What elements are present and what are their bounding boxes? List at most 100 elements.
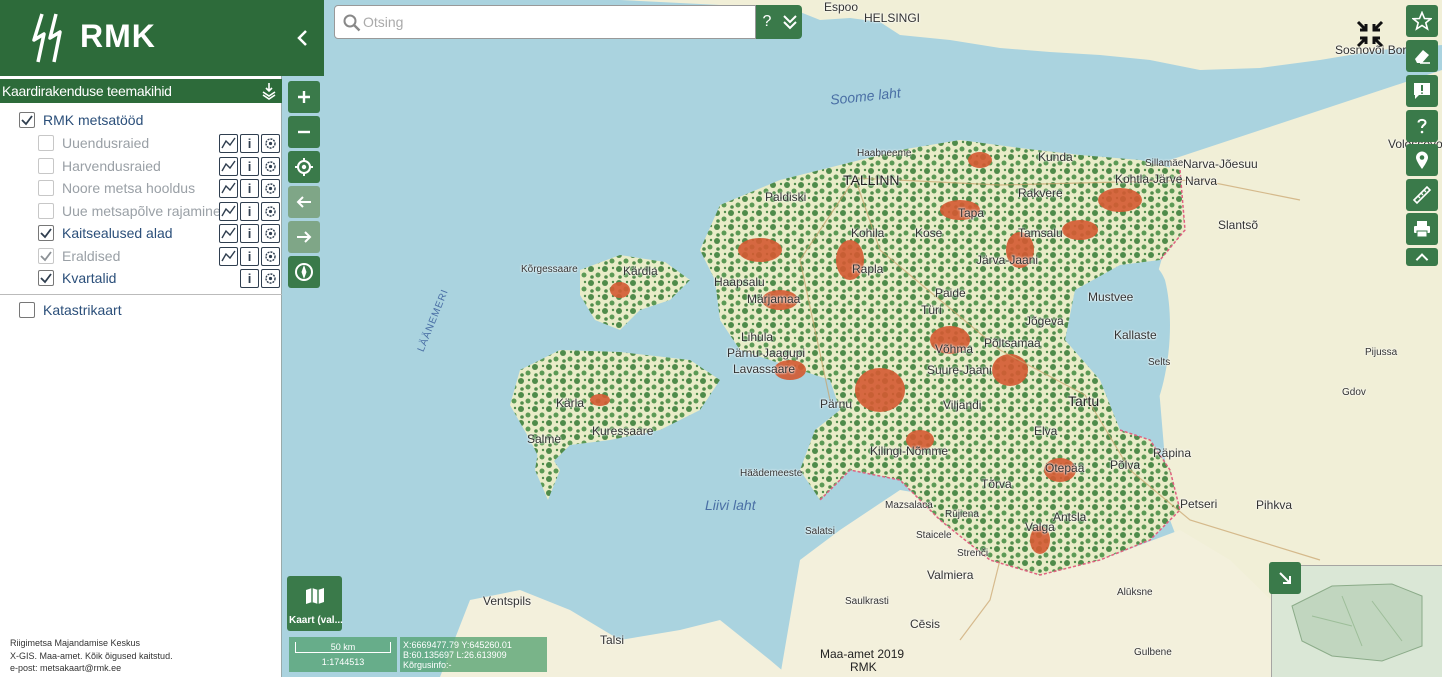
legend-button[interactable] [219,223,238,243]
place-haabneeme: Haabneeme [857,148,912,159]
layer-checkbox[interactable] [38,203,54,219]
search-input[interactable] [363,7,743,37]
group-label: RMK metsatööd [43,112,144,128]
search-help-button[interactable]: ? [756,5,778,39]
logo-text: RMK [80,18,156,54]
overview-toggle-button[interactable] [1269,562,1301,594]
print-button[interactable] [1406,213,1438,245]
map-attribution: Maa-amet 2019 RMK [820,648,904,674]
settings-button[interactable] [261,268,280,288]
favorites-button[interactable] [1406,5,1438,37]
layer-harvendusraied[interactable]: Harvendusraied i [38,155,282,177]
settings-button[interactable] [261,156,280,176]
info-button[interactable]: i [240,268,259,288]
search-icon [343,14,361,32]
search-options-button[interactable] [778,5,802,39]
legend-button[interactable] [219,133,238,153]
layer-kaitsealused-alad[interactable]: Kaitsealused alad i [38,222,282,244]
compass-button[interactable] [288,256,320,288]
layer-tools: i [219,156,280,176]
group-checkbox[interactable] [19,112,35,128]
settings-button[interactable] [261,223,280,243]
history-forward-button[interactable] [288,221,320,253]
layer-sidebar: RMK Kaardirakenduse teemakihid RMK metsa… [0,0,282,677]
layer-tools: i [219,246,280,266]
layer-checkbox[interactable] [38,158,54,174]
gear-icon [265,272,276,284]
group-checkbox[interactable] [19,302,35,318]
checkmark-icon [21,115,33,126]
info-button[interactable]: i [240,133,259,153]
chart-icon [221,205,236,216]
place-mazsalaca: Mazsalaca [885,500,933,511]
layer-checkbox[interactable] [38,225,54,241]
place-valga: Valga [1025,520,1055,534]
place-petseri: Petseri [1180,497,1218,511]
info-button[interactable]: i [240,201,259,221]
arrow-left-icon [296,196,311,208]
arrow-down-right-icon [1279,572,1291,584]
layer-checkbox[interactable] [38,270,54,286]
layer-checkbox[interactable] [38,180,54,196]
settings-button[interactable] [261,178,280,198]
place-kuressaare: Kuressaare [592,424,654,438]
place-tallinn: TALLINN [843,172,900,188]
layer-tools: i [219,133,280,153]
layers-download-icon[interactable] [260,82,278,100]
layer-noore-metsa-hooldus[interactable]: Noore metsa hooldus i [38,177,282,199]
legend-button[interactable] [219,246,238,266]
place-slantso: Slantsõ [1218,218,1259,232]
layer-kvartalid[interactable]: Kvartalid i [38,267,282,289]
place-parnu: Pärnu [820,397,853,411]
layer-uuendusraied[interactable]: Uuendusraied i [38,132,282,154]
legend-button[interactable] [219,178,238,198]
scale-panel: 50 km 1:1744513 [289,637,397,672]
layer-eraldised[interactable]: Eraldised i [38,245,282,267]
info-button[interactable]: i [240,246,259,266]
footer-line: e-post: metsakaart@rmk.ee [10,663,122,673]
toolbar-collapse-button[interactable] [1406,248,1438,266]
double-chevron-down-icon [783,15,797,30]
layer-label: Uue metsapõlve rajamine [62,203,221,219]
group-rmk-metsatood[interactable]: RMK metsatööd [19,109,143,131]
chevron-left-icon [297,30,307,46]
settings-button[interactable] [261,133,280,153]
measure-button[interactable] [1406,179,1438,211]
map-icon [306,588,324,604]
zoom-in-button[interactable] [288,81,320,113]
place-haapsalu: Haapsalu [714,275,765,289]
gear-icon [265,182,276,194]
place-staicele: Staicele [916,530,952,541]
layer-checkbox[interactable] [38,248,54,264]
locate-me-button[interactable] [288,151,320,183]
checkmark-icon [40,228,52,239]
place-narva: Narva [1185,174,1218,188]
layer-uue-metsapolve-rajamine[interactable]: Uue metsapõlve rajamine i [38,200,282,222]
layer-label: Uuendusraied [62,135,150,151]
place-vohma: Võhma [935,342,974,356]
legend-button[interactable] [219,201,238,221]
exit-fullscreen-button[interactable] [1354,18,1386,50]
info-button[interactable]: i [240,223,259,243]
place-kose: Kose [915,226,943,240]
eraser-button[interactable] [1406,40,1438,72]
help-button[interactable] [1406,110,1438,142]
feedback-button[interactable] [1406,75,1438,107]
section-title: Kaardirakenduse teemakihid [2,83,172,99]
layer-checkbox[interactable] [38,135,54,151]
history-back-button[interactable] [288,186,320,218]
info-button[interactable]: i [240,156,259,176]
coord-xy: X:6669477.79 Y:645260.01 [403,640,512,650]
logo-bar: RMK [0,0,282,76]
place-marker-button[interactable] [1406,144,1438,176]
basemap-selector-button[interactable]: Kaart (val... [287,576,343,631]
settings-button[interactable] [261,201,280,221]
layer-tools: i [219,178,280,198]
collapse-sidebar-button[interactable] [282,0,324,76]
settings-button[interactable] [261,246,280,266]
zoom-out-button[interactable] [288,116,320,148]
place-rakvere: Rakvere [1018,186,1063,200]
legend-button[interactable] [219,156,238,176]
group-katastrikaart[interactable]: Katastrikaart [19,299,122,321]
info-button[interactable]: i [240,178,259,198]
